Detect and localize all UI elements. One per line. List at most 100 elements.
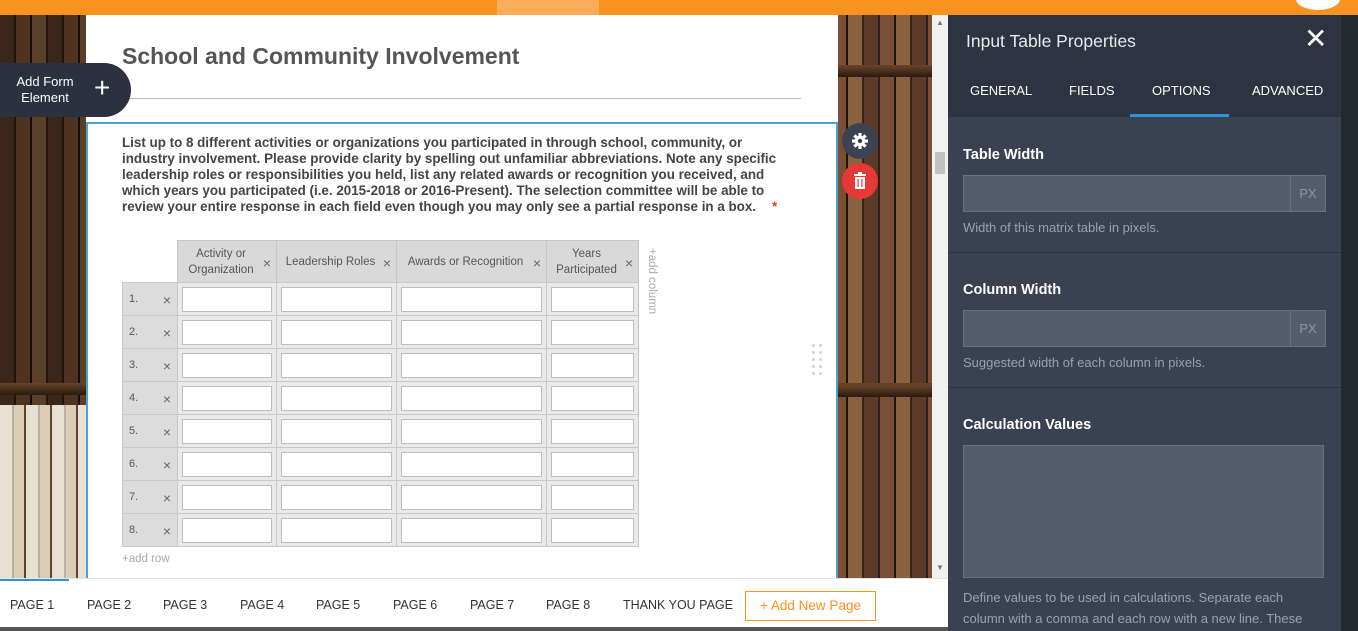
close-icon[interactable]: ✕ (1304, 25, 1327, 53)
cell-input[interactable] (281, 484, 392, 510)
row-header: 6. × (122, 447, 178, 481)
add-row-link[interactable]: +add row (122, 553, 170, 565)
panel-scrollbar[interactable] (1341, 15, 1358, 631)
cell-input[interactable] (281, 451, 392, 477)
cell-input[interactable] (401, 517, 542, 543)
page-tab-3[interactable]: PAGE 3 (163, 598, 207, 612)
page-tab-5[interactable]: PAGE 5 (316, 598, 360, 612)
avatar[interactable] (1296, 0, 1340, 10)
scroll-down-icon[interactable]: ▼ (936, 563, 944, 572)
cell-input[interactable] (401, 319, 542, 345)
cell-input[interactable] (551, 484, 634, 510)
table-width-input[interactable]: PX (963, 175, 1326, 212)
cell-input[interactable] (281, 517, 392, 543)
page-tab-thank-you[interactable]: THANK YOU PAGE (623, 598, 733, 612)
table-cell (177, 414, 277, 448)
cell-input[interactable] (281, 286, 392, 312)
table-cell (546, 348, 639, 382)
remove-row-icon[interactable]: × (163, 457, 171, 473)
page-tab-7[interactable]: PAGE 7 (470, 598, 514, 612)
cell-input[interactable] (551, 352, 634, 378)
calculation-values-textarea[interactable] (963, 445, 1324, 578)
properties-panel: Input Table Properties ✕ GENERAL FIELDS … (948, 15, 1358, 631)
page-tab-6[interactable]: PAGE 6 (393, 598, 437, 612)
table-row: 8. × (122, 513, 639, 547)
cell-input[interactable] (281, 418, 392, 444)
remove-column-icon[interactable]: × (533, 255, 541, 271)
cell-input[interactable] (401, 451, 542, 477)
cell-input[interactable] (281, 352, 392, 378)
table-cell (177, 348, 277, 382)
scrollbar-thumb[interactable] (935, 152, 945, 174)
question-text: List up to 8 different activities or org… (122, 135, 777, 214)
form-scrollbar[interactable]: ▲ ▼ (932, 15, 948, 578)
cell-input[interactable] (182, 517, 272, 543)
delete-field-button[interactable] (842, 163, 878, 199)
cell-input[interactable] (551, 451, 634, 477)
question-label: List up to 8 different activities or org… (122, 135, 792, 215)
tab-fields[interactable]: FIELDS (1069, 83, 1115, 98)
page-tab-1[interactable]: PAGE 1 (10, 598, 54, 612)
cell-input[interactable] (182, 451, 272, 477)
cell-input[interactable] (551, 385, 634, 411)
cell-input[interactable] (281, 319, 392, 345)
scroll-up-icon[interactable]: ▲ (936, 18, 944, 27)
cell-input[interactable] (551, 517, 634, 543)
page-tab-2[interactable]: PAGE 2 (87, 598, 131, 612)
row-header: 1. × (122, 282, 178, 316)
cell-input[interactable] (182, 319, 272, 345)
table-cell (396, 315, 547, 349)
remove-row-icon[interactable]: × (163, 523, 171, 539)
table-width-section: Table Width PX Width of this matrix tabl… (948, 117, 1341, 253)
remove-column-icon[interactable]: × (263, 255, 271, 271)
add-form-element-button[interactable]: Add Form Element + (0, 63, 131, 117)
remove-row-icon[interactable]: × (163, 424, 171, 440)
cell-input[interactable] (182, 418, 272, 444)
add-form-element-label: Add Form Element (16, 74, 74, 105)
form-card: School and Community Involvement List up… (86, 15, 838, 582)
table-width-label: Table Width (963, 147, 1044, 163)
remove-row-icon[interactable]: × (163, 490, 171, 506)
cell-input[interactable] (182, 385, 272, 411)
table-cell (546, 381, 639, 415)
remove-row-icon[interactable]: × (163, 391, 171, 407)
column-header[interactable]: Years Participated × (546, 240, 639, 283)
cell-input[interactable] (401, 418, 542, 444)
table-row: 4. × (122, 381, 639, 415)
remove-row-icon[interactable]: × (163, 292, 171, 308)
cell-input[interactable] (182, 484, 272, 510)
tab-options[interactable]: OPTIONS (1152, 83, 1211, 98)
column-header-label: Awards or Recognition (407, 255, 524, 268)
remove-row-icon[interactable]: × (163, 325, 171, 341)
cell-input[interactable] (551, 319, 634, 345)
cell-input[interactable] (281, 385, 392, 411)
add-new-page-button[interactable]: + Add New Page (745, 591, 876, 621)
tab-general[interactable]: GENERAL (970, 83, 1032, 98)
remove-row-icon[interactable]: × (163, 358, 171, 374)
column-header-label: Years Participated (556, 247, 617, 276)
column-header[interactable]: Awards or Recognition × (396, 240, 547, 283)
cell-input[interactable] (401, 286, 542, 312)
row-number: 4. (129, 392, 139, 404)
tab-advanced[interactable]: ADVANCED (1252, 83, 1323, 98)
page-tab-8[interactable]: PAGE 8 (546, 598, 590, 612)
form-divider (122, 98, 801, 99)
add-column-link[interactable]: +add column (646, 248, 658, 314)
cell-input[interactable] (182, 286, 272, 312)
column-header[interactable]: Activity or Organization × (177, 240, 277, 283)
page-tab-4[interactable]: PAGE 4 (240, 598, 284, 612)
remove-column-icon[interactable]: × (383, 255, 391, 271)
field-settings-button[interactable] (842, 123, 878, 159)
column-width-input[interactable]: PX (963, 310, 1326, 347)
cell-input[interactable] (401, 484, 542, 510)
cell-input[interactable] (182, 352, 272, 378)
calculation-values-hint: Define values to be used in calculations… (963, 590, 1303, 626)
plus-icon: + (94, 72, 111, 103)
remove-column-icon[interactable]: × (625, 255, 633, 271)
drag-handle-icon[interactable] (812, 344, 826, 376)
cell-input[interactable] (401, 385, 542, 411)
column-header[interactable]: Leadership Roles × (276, 240, 397, 283)
cell-input[interactable] (551, 418, 634, 444)
cell-input[interactable] (551, 286, 634, 312)
cell-input[interactable] (401, 352, 542, 378)
